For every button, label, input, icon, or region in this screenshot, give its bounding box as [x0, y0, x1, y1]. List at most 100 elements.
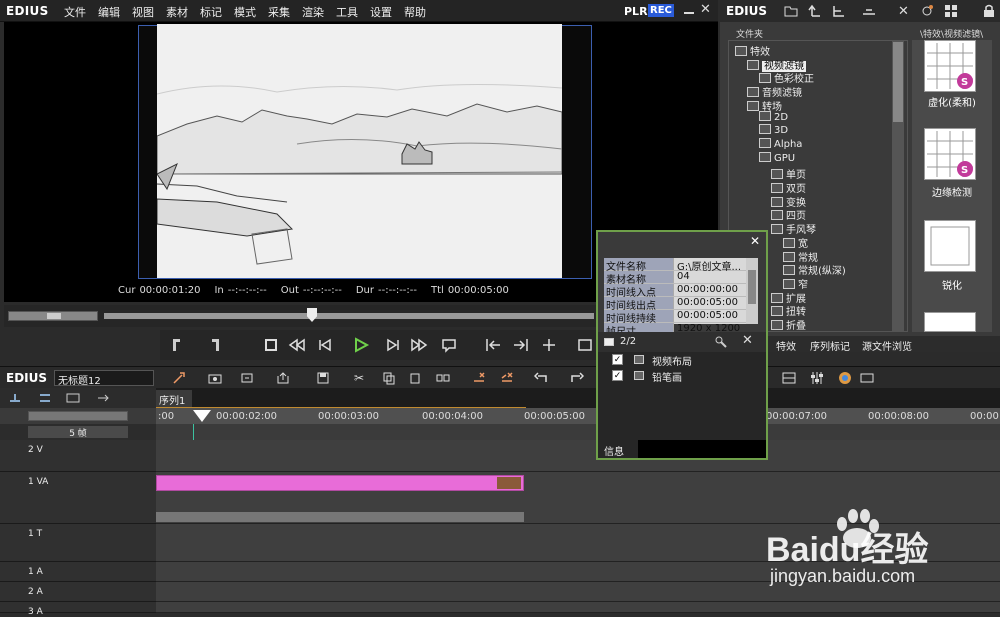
minimize-icon[interactable] — [684, 6, 694, 14]
undo-icon[interactable] — [534, 371, 548, 385]
tree-icon[interactable] — [832, 4, 846, 18]
effect-icon[interactable] — [920, 4, 934, 18]
time-ruler[interactable]: :00 00:00:02:00 00:00:03:00 00:00:04:00 00:0… — [156, 408, 1000, 424]
menu-clip[interactable]: 素材 — [166, 4, 188, 20]
menu-render[interactable]: 渲染 — [302, 4, 324, 20]
ripple-delete-icon[interactable] — [500, 371, 514, 385]
track-sync-icon[interactable] — [38, 391, 52, 405]
zoom-slider[interactable] — [28, 411, 128, 421]
mixer-icon[interactable] — [810, 371, 824, 385]
zoom-select[interactable]: 5 帧 — [28, 426, 128, 439]
loop-icon[interactable] — [440, 336, 458, 354]
tree-item[interactable]: 3D — [759, 124, 788, 136]
track-header[interactable]: 2 V — [0, 440, 156, 472]
redo-icon[interactable] — [570, 371, 584, 385]
copy-icon[interactable] — [382, 371, 396, 385]
tree-item[interactable]: 折叠 — [771, 317, 806, 332]
view-mode-icon[interactable] — [944, 4, 958, 18]
step-back-icon[interactable] — [316, 336, 334, 354]
rec-mode-button[interactable]: REC — [648, 4, 674, 17]
info-scroll-thumb[interactable] — [748, 270, 756, 304]
stop-icon[interactable] — [262, 336, 280, 354]
thumb-next[interactable] — [924, 312, 976, 332]
track-lane[interactable] — [156, 440, 1000, 472]
menu-help[interactable]: 帮助 — [404, 4, 426, 20]
filter-settings-icon[interactable] — [714, 335, 728, 349]
info-close-icon[interactable]: ✕ — [750, 234, 760, 248]
tree-item[interactable]: Alpha — [759, 137, 802, 150]
fast-forward-icon[interactable] — [410, 336, 428, 354]
go-to-out-icon[interactable] — [512, 336, 530, 354]
cut-icon[interactable]: ✂ — [354, 371, 368, 385]
thumb-sharpen[interactable] — [924, 220, 976, 272]
thumb-edge-detect[interactable]: S — [924, 128, 976, 180]
overlay-icon[interactable] — [576, 336, 594, 354]
track-link-icon[interactable] — [8, 391, 22, 405]
panel-menu-icon[interactable] — [860, 371, 874, 385]
track-header[interactable]: 1 A — [0, 562, 156, 582]
set-in-icon[interactable] — [168, 336, 186, 354]
filter-delete-icon[interactable]: ✕ — [742, 333, 753, 348]
menu-view[interactable]: 视图 — [132, 4, 154, 20]
tree-item[interactable]: 2D — [759, 110, 788, 123]
play-icon[interactable] — [352, 336, 370, 354]
menu-marker[interactable]: 标记 — [200, 4, 222, 20]
split-icon[interactable] — [540, 336, 558, 354]
layout-icon[interactable] — [862, 4, 876, 18]
insert-icon[interactable] — [240, 371, 254, 385]
tree-item[interactable]: GPU — [759, 151, 795, 164]
grid-view-icon[interactable] — [782, 371, 796, 385]
menu-capture[interactable]: 采集 — [268, 4, 290, 20]
menu-edit[interactable]: 编辑 — [98, 4, 120, 20]
close-icon[interactable]: ✕ — [700, 2, 711, 17]
timeline-playhead[interactable] — [193, 410, 211, 422]
video-clip[interactable] — [156, 475, 524, 491]
info-scrollbar[interactable] — [746, 258, 758, 324]
rewind-icon[interactable] — [288, 336, 306, 354]
audio-clip[interactable] — [156, 512, 524, 522]
jog-handle[interactable] — [47, 313, 61, 319]
tab-effects[interactable]: 特效 — [776, 338, 796, 353]
menu-file[interactable]: 文件 — [64, 4, 86, 20]
track-header[interactable]: 3 A — [0, 602, 156, 617]
track-lane[interactable] — [156, 602, 1000, 613]
go-to-in-icon[interactable] — [484, 336, 502, 354]
info-footer-label: 信息 — [604, 447, 624, 458]
track-header[interactable]: 1 VA — [0, 472, 156, 524]
thumb-soft-blur[interactable]: S — [924, 40, 976, 92]
track-header[interactable]: 2 A — [0, 582, 156, 602]
step-forward-icon[interactable] — [384, 336, 402, 354]
jog-slider[interactable] — [8, 311, 98, 321]
color-wheel-icon[interactable] — [838, 371, 852, 385]
export-icon[interactable] — [276, 371, 290, 385]
paste-icon[interactable] — [408, 371, 422, 385]
delete-icon[interactable]: ✕ — [898, 4, 912, 19]
tree-scroll-thumb[interactable] — [893, 42, 903, 122]
tree-scrollbar[interactable] — [892, 40, 904, 332]
track-ripple-icon[interactable] — [66, 391, 80, 405]
track-mode-icon[interactable] — [96, 391, 110, 405]
camera-icon[interactable] — [208, 371, 222, 385]
filter-checkbox[interactable]: ✓ — [612, 354, 623, 365]
save-icon[interactable] — [316, 371, 330, 385]
folder-icon[interactable] — [784, 4, 798, 18]
tab-sequence-markers[interactable]: 序列标记 — [810, 338, 850, 353]
set-out-icon[interactable] — [206, 336, 224, 354]
menu-settings[interactable]: 设置 — [370, 4, 392, 20]
playhead-marker[interactable] — [307, 308, 317, 322]
shuttle-track[interactable] — [104, 313, 594, 319]
sequence-name[interactable]: 无标题12 — [54, 370, 154, 387]
filter-label: 铅笔画 — [652, 373, 682, 384]
plr-mode-button[interactable]: PLR — [624, 5, 648, 18]
menu-mode[interactable]: 模式 — [234, 4, 256, 20]
lock-icon[interactable] — [982, 4, 996, 18]
delete-clip-icon[interactable] — [472, 371, 486, 385]
track-header[interactable]: 1 T — [0, 524, 156, 562]
up-folder-icon[interactable] — [808, 4, 822, 18]
replace-icon[interactable] — [436, 371, 450, 385]
tab-source-browser[interactable]: 源文件浏览 — [862, 338, 912, 353]
filter-checkbox[interactable]: ✓ — [612, 370, 623, 381]
menu-tools[interactable]: 工具 — [336, 4, 358, 20]
magic-icon[interactable] — [172, 371, 186, 385]
tab-sequence-1[interactable]: 序列1 — [156, 390, 192, 408]
